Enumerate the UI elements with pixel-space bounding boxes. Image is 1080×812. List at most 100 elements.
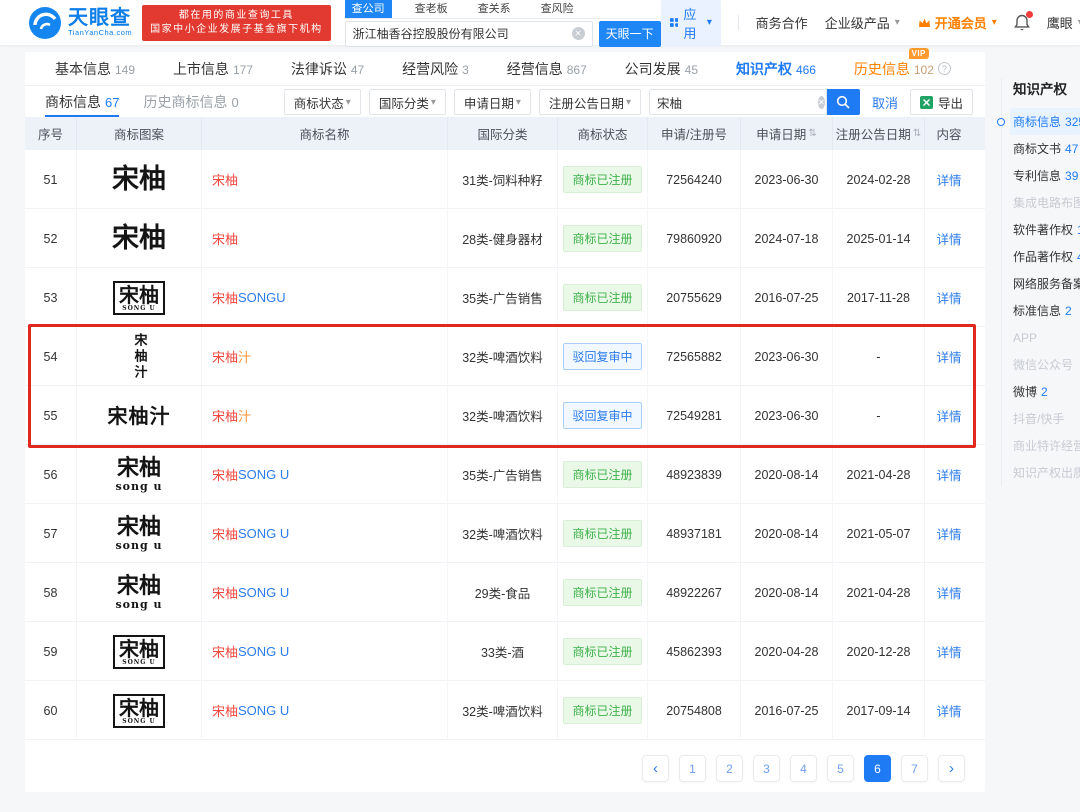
sidebar-item[interactable]: 作品著作权 42	[1013, 243, 1080, 270]
section-tab[interactable]: 基本信息 149	[55, 59, 135, 79]
table-header-cell[interactable]: 商标状态	[558, 117, 648, 150]
sidebar-item[interactable]: 商标信息 325	[1010, 108, 1080, 135]
cell-mark-image[interactable]: 宋柚	[77, 209, 202, 268]
cell-mark-image[interactable]: 宋柚 SONG U	[77, 622, 202, 681]
table-header-cell[interactable]: 商标名称	[202, 117, 448, 150]
table-header-cell[interactable]: 注册公告日期 ⇅	[833, 117, 925, 150]
page-button[interactable]: 3	[753, 755, 780, 782]
export-button[interactable]: 导出	[910, 89, 973, 115]
page-button[interactable]: 4	[790, 755, 817, 782]
table-header-cell[interactable]: 国际分类	[448, 117, 558, 150]
sidebar-item[interactable]: 软件著作权 1	[1013, 216, 1080, 243]
section-tab[interactable]: 知识产权 466	[736, 59, 816, 79]
cell-mark-image[interactable]: 宋柚 song u	[77, 563, 202, 622]
sidebar-item[interactable]: APP	[1013, 324, 1080, 351]
cell-mark-name[interactable]: 宋柚 SONGU	[202, 268, 448, 327]
page-button[interactable]: 5	[827, 755, 854, 782]
nav-enterprise-products[interactable]: 企业级产品	[825, 13, 900, 32]
cell-mark-name[interactable]: 宋柚 SONG U	[202, 622, 448, 681]
page-button[interactable]: 7	[901, 755, 928, 782]
search-submit-button[interactable]: 天眼一下	[599, 21, 661, 47]
page-button[interactable]: ›	[938, 755, 965, 782]
detail-link[interactable]: 详情	[936, 642, 961, 661]
sidebar-item[interactable]: 集成电路布图	[1013, 189, 1080, 216]
cell-mark-name[interactable]: 宋柚汁	[202, 327, 448, 386]
sidebar-item[interactable]: 知识产权出质	[1013, 459, 1080, 486]
cell-mark-image[interactable]: 宋柚汁	[77, 327, 202, 386]
nav-eagle-eye[interactable]: 鹰眼	[1047, 13, 1080, 32]
page-button[interactable]: ‹	[642, 755, 669, 782]
table-header-cell[interactable]: 内容	[925, 117, 973, 150]
section-tab[interactable]: 公司发展 45	[625, 59, 698, 79]
clear-search-icon[interactable]	[572, 27, 585, 40]
sort-icon[interactable]: ⇅	[808, 128, 816, 139]
cell-mark-name[interactable]: 宋柚	[202, 209, 448, 268]
help-icon[interactable]: ?	[938, 62, 951, 75]
search-type-tab[interactable]: 查关系	[471, 0, 518, 18]
nav-business-coop[interactable]: 商务合作	[756, 13, 808, 32]
cell-mark-name[interactable]: 宋柚 SONG U	[202, 681, 448, 740]
search-type-tab[interactable]: 查风险	[534, 0, 581, 18]
cell-reg-number: 20755629	[648, 268, 741, 327]
notifications-bell[interactable]	[1014, 14, 1030, 31]
detail-link[interactable]: 详情	[936, 583, 961, 602]
table-header-cell[interactable]: 序号	[25, 117, 77, 150]
cancel-search-link[interactable]: 取消	[872, 93, 898, 112]
detail-link[interactable]: 详情	[936, 170, 961, 189]
cell-mark-image[interactable]: 宋柚 song u	[77, 504, 202, 563]
search-type-tab[interactable]: 查老板	[408, 0, 455, 18]
cell-mark-image[interactable]: 宋柚	[77, 150, 202, 209]
cell-mark-name[interactable]: 宋柚 SONG U	[202, 563, 448, 622]
keyword-search-button[interactable]	[827, 89, 860, 115]
keyword-search-input[interactable]	[657, 95, 818, 109]
trademark-subtab[interactable]: 历史商标信息 0	[143, 87, 238, 117]
sidebar-item[interactable]: 抖音/快手	[1013, 405, 1080, 432]
cell-mark-name[interactable]: 宋柚	[202, 150, 448, 209]
page-button[interactable]: 1	[679, 755, 706, 782]
detail-link[interactable]: 详情	[936, 465, 961, 484]
cell-mark-name[interactable]: 宋柚汁	[202, 386, 448, 445]
detail-link[interactable]: 详情	[936, 347, 961, 366]
table-header-cell[interactable]: 申请/注册号	[648, 117, 741, 150]
trademark-subtab[interactable]: 商标信息 67	[45, 87, 119, 117]
section-tab[interactable]: 上市信息 177	[173, 59, 253, 79]
section-tab[interactable]: 法律诉讼 47	[291, 59, 364, 79]
tianyancha-logo[interactable]: 天眼查 TianYanCha.com	[28, 6, 132, 40]
section-tab[interactable]: 经营风险 3	[402, 59, 469, 79]
filter-dropdown[interactable]: 商标状态	[284, 89, 361, 115]
section-tab[interactable]: 历史信息 102 VIP ?	[854, 59, 951, 79]
cell-mark-name[interactable]: 宋柚 SONG U	[202, 504, 448, 563]
search-type-tab[interactable]: 查公司	[345, 0, 392, 18]
trademark-table-body: 51 宋柚 宋柚 31类-饲料种籽 商标已注册 72564240 2023-06…	[25, 150, 985, 740]
filter-dropdown[interactable]: 国际分类	[369, 89, 446, 115]
nav-open-vip[interactable]: 开通会员	[917, 13, 997, 32]
detail-link[interactable]: 详情	[936, 406, 961, 425]
detail-link[interactable]: 详情	[936, 229, 961, 248]
detail-link[interactable]: 详情	[936, 288, 961, 307]
sidebar-item[interactable]: 微博 2	[1013, 378, 1080, 405]
table-header-cell[interactable]: 申请日期 ⇅	[741, 117, 833, 150]
company-search-input[interactable]	[353, 27, 572, 41]
cell-mark-image[interactable]: 宋柚 SONG U	[77, 268, 202, 327]
page-button[interactable]: 2	[716, 755, 743, 782]
sidebar-item[interactable]: 商业特许经营	[1013, 432, 1080, 459]
cell-mark-name[interactable]: 宋柚 SONG U	[202, 445, 448, 504]
apps-menu[interactable]: 应用	[661, 0, 721, 47]
page-button[interactable]: 6	[864, 755, 891, 782]
cell-mark-image[interactable]: 宋柚 SONG U	[77, 681, 202, 740]
filter-dropdown[interactable]: 注册公告日期	[539, 89, 641, 115]
sort-icon[interactable]: ⇅	[913, 128, 921, 139]
sidebar-item[interactable]: 商标文书 47	[1013, 135, 1080, 162]
section-tab[interactable]: 经营信息 867	[507, 59, 587, 79]
clear-keyword-icon[interactable]	[818, 96, 825, 109]
sidebar-item[interactable]: 专利信息 39	[1013, 162, 1080, 189]
table-header-cell[interactable]: 商标图案	[77, 117, 202, 150]
filter-dropdown[interactable]: 申请日期	[454, 89, 531, 115]
sidebar-item[interactable]: 网络服务备案 8	[1013, 270, 1080, 297]
detail-link[interactable]: 详情	[936, 701, 961, 720]
cell-mark-image[interactable]: 宋柚汁	[77, 386, 202, 445]
sidebar-item[interactable]: 微信公众号	[1013, 351, 1080, 378]
cell-mark-image[interactable]: 宋柚 song u	[77, 445, 202, 504]
detail-link[interactable]: 详情	[936, 524, 961, 543]
sidebar-item[interactable]: 标准信息 2	[1013, 297, 1080, 324]
